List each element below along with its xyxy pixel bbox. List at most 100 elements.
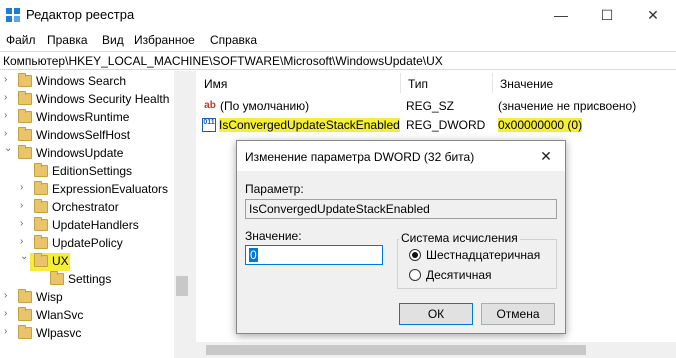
chevron-right-icon[interactable]: › bbox=[4, 110, 7, 121]
folder-icon bbox=[34, 217, 48, 231]
menu-view[interactable]: Вид bbox=[102, 33, 124, 47]
value-input-text[interactable]: 0 bbox=[249, 248, 258, 262]
chevron-right-icon[interactable]: › bbox=[20, 182, 23, 193]
chevron-right-icon[interactable]: › bbox=[20, 200, 23, 211]
address-bar[interactable]: Компьютер\HKEY_LOCAL_MACHINE\SOFTWARE\Mi… bbox=[0, 51, 676, 70]
menu-bar: Файл Правка Вид Избранное Справка bbox=[0, 30, 676, 50]
tree-item-settings[interactable]: Settings bbox=[0, 271, 174, 289]
tree-item-update-handlers[interactable]: › UpdateHandlers bbox=[0, 217, 174, 235]
tree-item-wlpasvc[interactable]: › Wlpasvc bbox=[0, 325, 174, 343]
column-divider[interactable] bbox=[492, 73, 493, 93]
dialog-close-button[interactable]: ✕ bbox=[533, 145, 559, 167]
column-header-data[interactable]: Значение bbox=[500, 77, 553, 91]
menu-file[interactable]: Файл bbox=[6, 33, 36, 47]
minimize-button[interactable]: — bbox=[538, 0, 584, 30]
values-scrollbar[interactable] bbox=[196, 342, 676, 358]
folder-icon bbox=[18, 109, 32, 123]
tree-item-windows-security-health[interactable]: › Windows Security Health bbox=[0, 91, 174, 109]
folder-icon bbox=[50, 271, 64, 285]
tree-item-label: Windows Search bbox=[36, 74, 127, 88]
tree-item-label: ExpressionEvaluators bbox=[52, 182, 169, 196]
column-header-name[interactable]: Имя bbox=[204, 77, 227, 91]
folder-icon bbox=[18, 289, 32, 303]
registry-editor-icon bbox=[6, 8, 20, 22]
ok-button[interactable]: ОК bbox=[399, 303, 473, 325]
tree-item-label: EditionSettings bbox=[52, 164, 133, 178]
value-name: (По умолчанию) bbox=[220, 99, 310, 113]
tree-item-label: WindowsRuntime bbox=[36, 110, 130, 124]
tree-item-expression-evaluators[interactable]: › ExpressionEvaluators bbox=[0, 181, 174, 199]
tree-item-label: UpdateHandlers bbox=[52, 218, 139, 232]
radio-unselected-icon[interactable] bbox=[409, 269, 421, 281]
tree-item-windows-self-host[interactable]: › WindowsSelfHost bbox=[0, 127, 174, 145]
menu-favorites[interactable]: Избранное bbox=[134, 33, 195, 47]
folder-icon bbox=[34, 181, 48, 195]
folder-icon bbox=[18, 145, 32, 159]
folder-icon bbox=[18, 91, 32, 105]
close-button[interactable]: ✕ bbox=[630, 0, 676, 30]
folder-icon bbox=[18, 307, 32, 321]
tree-item-windows-update[interactable]: ⌄ WindowsUpdate bbox=[0, 143, 174, 163]
tree-scrollbar-thumb[interactable] bbox=[176, 276, 188, 296]
menu-help[interactable]: Справка bbox=[210, 33, 257, 47]
radio-decimal[interactable]: Десятичная bbox=[409, 268, 549, 284]
string-value-icon: ab bbox=[204, 100, 216, 111]
tree-item-label: WindowsUpdate bbox=[36, 146, 124, 160]
table-row[interactable]: ab (По умолчанию) REG_SZ (значение не пр… bbox=[196, 98, 676, 116]
values-scrollbar-thumb[interactable] bbox=[206, 345, 586, 355]
chevron-right-icon[interactable]: › bbox=[4, 92, 7, 103]
dialog-title: Изменение параметра DWORD (32 бита) bbox=[245, 150, 475, 164]
param-label: Параметр: bbox=[245, 182, 304, 196]
chevron-right-icon[interactable]: › bbox=[4, 290, 7, 301]
tree-item-wisp[interactable]: › Wisp bbox=[0, 289, 174, 307]
chevron-right-icon[interactable]: › bbox=[20, 236, 23, 247]
tree-item-wlansvc[interactable]: › WlanSvc bbox=[0, 307, 174, 325]
tree-item-label: Windows Security Health bbox=[36, 92, 170, 106]
window-title: Редактор реестра bbox=[26, 7, 135, 22]
tree-item-windows-search[interactable]: › Windows Search bbox=[0, 73, 174, 91]
maximize-button[interactable]: ☐ bbox=[584, 0, 630, 30]
tree-item-label: UpdatePolicy bbox=[52, 236, 123, 250]
folder-icon bbox=[34, 199, 48, 213]
tree-item-windows-runtime[interactable]: › WindowsRuntime bbox=[0, 109, 174, 127]
tree-item-label: Wisp bbox=[36, 290, 63, 304]
dialog-title-bar: Изменение параметра DWORD (32 бита) ✕ bbox=[237, 141, 565, 171]
folder-icon bbox=[34, 235, 48, 249]
column-header-type[interactable]: Тип bbox=[408, 77, 428, 91]
cancel-button[interactable]: Отмена bbox=[481, 303, 555, 325]
value-input[interactable]: 0 bbox=[245, 245, 383, 265]
chevron-right-icon[interactable]: › bbox=[4, 326, 7, 337]
value-type: REG_SZ bbox=[406, 99, 455, 113]
table-row[interactable]: 011 IsConvergedUpdateStackEnabled REG_DW… bbox=[196, 117, 676, 135]
column-divider[interactable] bbox=[400, 73, 401, 93]
chevron-right-icon[interactable]: › bbox=[4, 308, 7, 319]
radio-hex-label[interactable]: Шестнадцатеричная bbox=[426, 248, 540, 262]
value-label: Значение: bbox=[245, 229, 302, 243]
value-data: (значение не присвоено) bbox=[498, 99, 637, 113]
tree-item-label: UX bbox=[52, 254, 69, 268]
tree-item-ux[interactable]: ⌄ UX bbox=[0, 251, 174, 271]
chevron-down-icon[interactable]: ⌄ bbox=[20, 251, 28, 262]
chevron-right-icon[interactable]: › bbox=[4, 128, 7, 139]
tree-item-orchestrator[interactable]: › Orchestrator bbox=[0, 199, 174, 217]
radio-hexadecimal[interactable]: Шестнадцатеричная bbox=[409, 248, 549, 264]
menu-edit[interactable]: Правка bbox=[47, 33, 88, 47]
title-bar: Редактор реестра — ☐ ✕ bbox=[0, 0, 676, 30]
chevron-down-icon[interactable]: ⌄ bbox=[4, 143, 12, 154]
value-type: REG_DWORD bbox=[406, 118, 486, 132]
param-name-field: IsConvergedUpdateStackEnabled bbox=[245, 199, 557, 219]
tree-item-label: WlanSvc bbox=[36, 308, 84, 322]
folder-icon bbox=[18, 127, 32, 141]
tree-item-label: Wlpasvc bbox=[36, 326, 82, 340]
tree-item-edition-settings[interactable]: EditionSettings bbox=[0, 163, 174, 181]
tree-item-label: Settings bbox=[68, 272, 112, 286]
binary-value-icon: 011 bbox=[202, 118, 216, 132]
radio-dec-label[interactable]: Десятичная bbox=[426, 268, 492, 282]
key-tree[interactable]: › Windows Search › Windows Security Heal… bbox=[0, 71, 190, 358]
chevron-right-icon[interactable]: › bbox=[20, 218, 23, 229]
address-path[interactable]: Компьютер\HKEY_LOCAL_MACHINE\SOFTWARE\Mi… bbox=[3, 54, 443, 68]
tree-item-label: WindowsSelfHost bbox=[36, 128, 131, 142]
radio-selected-icon[interactable] bbox=[409, 249, 421, 261]
chevron-right-icon[interactable]: › bbox=[4, 74, 7, 85]
tree-scrollbar[interactable] bbox=[174, 71, 190, 358]
